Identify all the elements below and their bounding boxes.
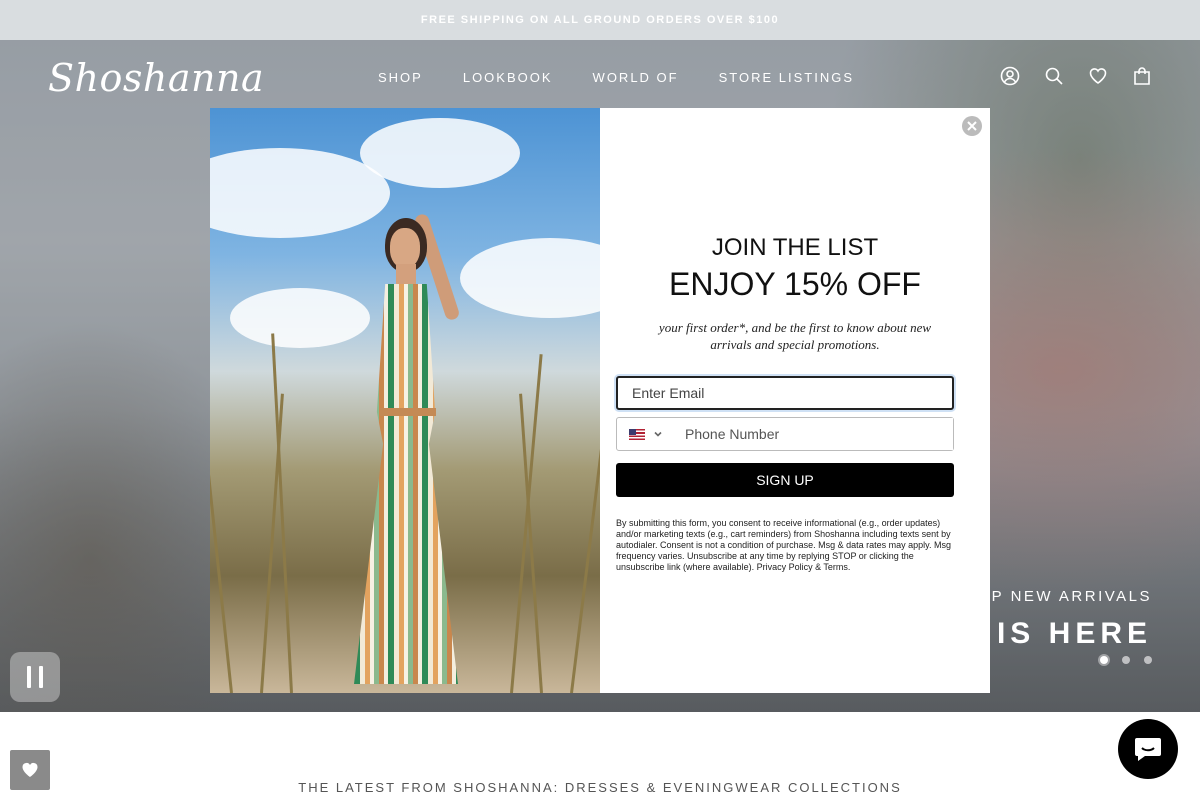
pause-button[interactable]	[10, 652, 60, 702]
close-popup-button[interactable]	[962, 116, 982, 136]
logo[interactable]: Shoshanna	[48, 56, 264, 100]
cart-icon[interactable]	[1132, 66, 1152, 91]
site-header: Shoshanna SHOP LOOKBOOK WORLD OF STORE L…	[0, 40, 1200, 116]
chat-icon	[1135, 738, 1161, 761]
search-icon[interactable]	[1044, 66, 1064, 91]
slide-dot-2[interactable]	[1122, 656, 1130, 664]
hero-text: OP NEW ARRIVALS IS HERE	[978, 588, 1153, 651]
account-icon[interactable]	[1000, 66, 1020, 91]
nav-shop[interactable]: SHOP	[378, 70, 423, 85]
wishlist-icon[interactable]	[1088, 66, 1108, 91]
nav-world-of[interactable]: WORLD OF	[593, 70, 679, 85]
pause-icon	[27, 666, 31, 688]
phone-field[interactable]	[677, 418, 953, 450]
chat-button[interactable]	[1118, 719, 1178, 779]
wishlist-floating-button[interactable]	[10, 750, 50, 790]
country-selector[interactable]	[617, 418, 677, 450]
popup-image	[210, 108, 600, 693]
email-field[interactable]	[616, 376, 954, 410]
slide-dot-1[interactable]	[1100, 656, 1108, 664]
popup-title: JOIN THE LIST	[711, 234, 879, 261]
hero-headline: IS HERE	[996, 617, 1152, 650]
signup-popup: JOIN THE LIST ENJOY 15% OFF your first o…	[210, 108, 990, 693]
slide-dots	[1100, 656, 1152, 664]
latest-heading: THE LATEST FROM SHOSHANNA: DRESSES & EVE…	[298, 780, 902, 795]
close-icon	[967, 121, 977, 131]
model-figure	[330, 212, 480, 688]
us-flag-icon	[629, 428, 645, 440]
popup-description: your first order*, and be the first to k…	[658, 320, 932, 352]
announcement-bar: FREE SHIPPING ON ALL GROUND ORDERS OVER …	[0, 0, 1200, 40]
signup-button[interactable]: SIGN UP	[616, 463, 954, 497]
legal-text: By submitting this form, you consent to …	[616, 518, 952, 572]
nav-store-listings[interactable]: STORE LISTINGS	[719, 70, 854, 85]
header-icons	[1000, 66, 1152, 91]
announcement-text: FREE SHIPPING ON ALL GROUND ORDERS OVER …	[420, 14, 780, 26]
slide-dot-3[interactable]	[1144, 656, 1152, 664]
popup-form: JOIN THE LIST ENJOY 15% OFF your first o…	[600, 108, 990, 693]
main-nav: SHOP LOOKBOOK WORLD OF STORE LISTINGS	[378, 70, 854, 85]
heart-icon	[22, 762, 38, 777]
hero-subtitle[interactable]: OP NEW ARRIVALS	[978, 588, 1153, 605]
popup-offer: ENJOY 15% OFF	[669, 266, 921, 302]
phone-field-group	[616, 417, 954, 451]
nav-lookbook[interactable]: LOOKBOOK	[463, 70, 553, 85]
chevron-down-icon	[654, 431, 662, 437]
